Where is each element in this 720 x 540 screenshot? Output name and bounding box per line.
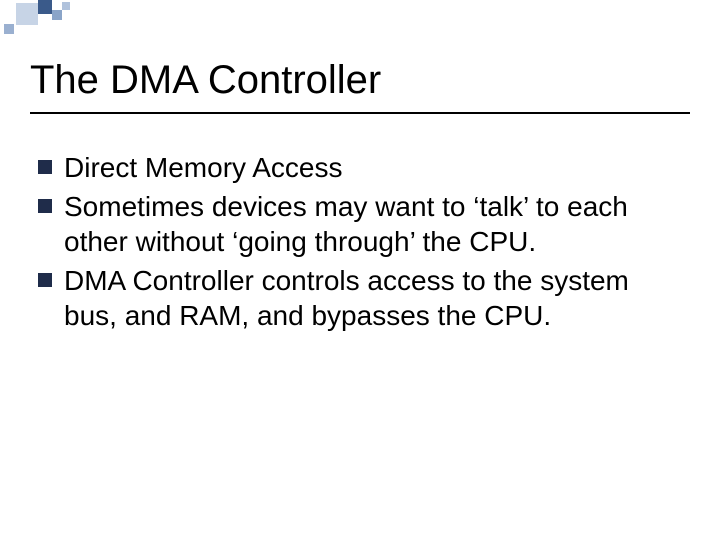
bullet-text: Direct Memory Access [64,150,343,185]
list-item: DMA Controller controls access to the sy… [38,263,678,333]
square-bullet-icon [38,199,52,213]
bullet-list: Direct Memory Access Sometimes devices m… [38,150,678,337]
bullet-text: DMA Controller controls access to the sy… [64,263,678,333]
bullet-text: Sometimes devices may want to ‘talk’ to … [64,189,678,259]
slide-title: The DMA Controller [30,58,381,103]
square-bullet-icon [38,273,52,287]
square-bullet-icon [38,160,52,174]
title-underline [30,112,690,114]
list-item: Sometimes devices may want to ‘talk’ to … [38,189,678,259]
list-item: Direct Memory Access [38,150,678,185]
corner-decoration [0,0,720,30]
